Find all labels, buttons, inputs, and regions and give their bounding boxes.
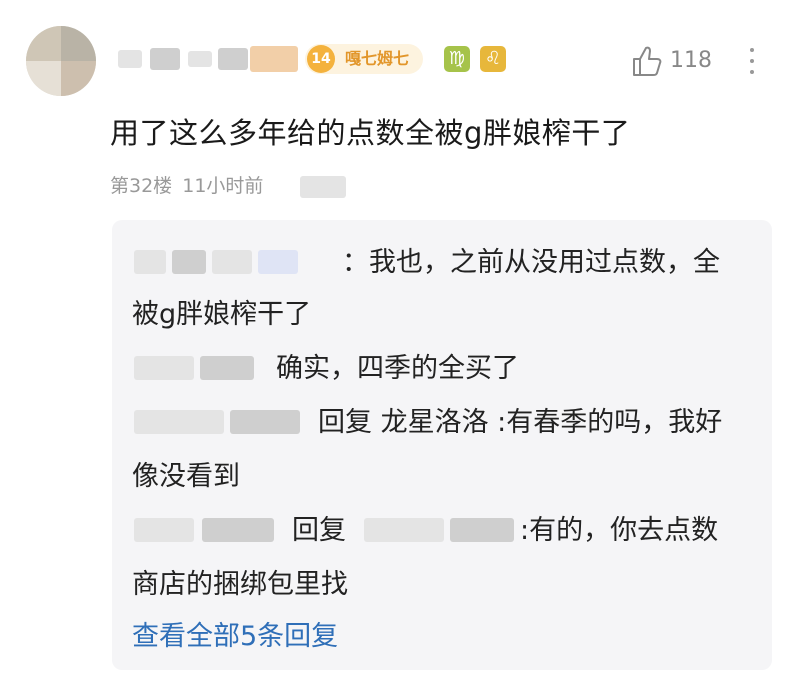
- reply-text: ：我也，之前从没用过点数，全: [342, 247, 720, 278]
- timestamp: 11小时前: [182, 175, 264, 197]
- reply-text: 像没看到: [132, 461, 240, 492]
- user-tag-blurred: [250, 46, 298, 72]
- view-all-replies-link[interactable]: 查看全部5条回复: [132, 618, 338, 656]
- leo-icon: ♌: [480, 46, 506, 72]
- reply-username-blurred[interactable]: [134, 410, 224, 434]
- level-number: 14: [307, 45, 335, 73]
- thumbs-up-icon: [633, 46, 662, 76]
- reply-text: :有的，你去点数: [520, 515, 719, 546]
- reply-text: 确实，四季的全买了: [276, 353, 519, 384]
- location-blurred: [300, 176, 346, 198]
- reply-text: 回复 龙星洛洛 :有春季的吗，我好: [318, 407, 723, 438]
- reply-username-blurred[interactable]: [202, 518, 274, 542]
- more-options-icon[interactable]: [745, 44, 759, 78]
- reply-username-blurred[interactable]: [212, 250, 252, 274]
- reply-username-blurred[interactable]: [230, 410, 300, 434]
- reply-target-blurred[interactable]: [364, 518, 444, 542]
- avatar[interactable]: [26, 26, 96, 96]
- comment-meta: 第32楼 11小时前: [110, 172, 263, 200]
- floor-number: 第32楼: [110, 175, 173, 197]
- replies-box: ：我也，之前从没用过点数，全 被g胖娘榨干了 确实，四季的全买了 回复 龙星洛洛…: [112, 220, 772, 670]
- reply-text: 被g胖娘榨干了: [132, 299, 312, 330]
- reply-username-blurred[interactable]: [134, 250, 166, 274]
- reply-username-blurred[interactable]: [134, 356, 194, 380]
- reply-username-blurred[interactable]: [200, 356, 254, 380]
- level-badge[interactable]: 14 嘎七姆七: [305, 44, 423, 74]
- comment-text: 用了这么多年给的点数全被g胖娘榨干了: [110, 116, 631, 150]
- reply-username-blurred[interactable]: [172, 250, 206, 274]
- like-count: 118: [670, 48, 712, 73]
- reply-text: 回复: [292, 515, 346, 546]
- reply-target-blurred[interactable]: [450, 518, 514, 542]
- reply-username-blurred[interactable]: [134, 518, 194, 542]
- level-title: 嘎七姆七: [345, 49, 410, 68]
- reply-username-blurred[interactable]: [258, 250, 298, 274]
- reply-text: 商店的捆绑包里找: [132, 569, 348, 600]
- virgo-icon: ♍: [444, 46, 470, 72]
